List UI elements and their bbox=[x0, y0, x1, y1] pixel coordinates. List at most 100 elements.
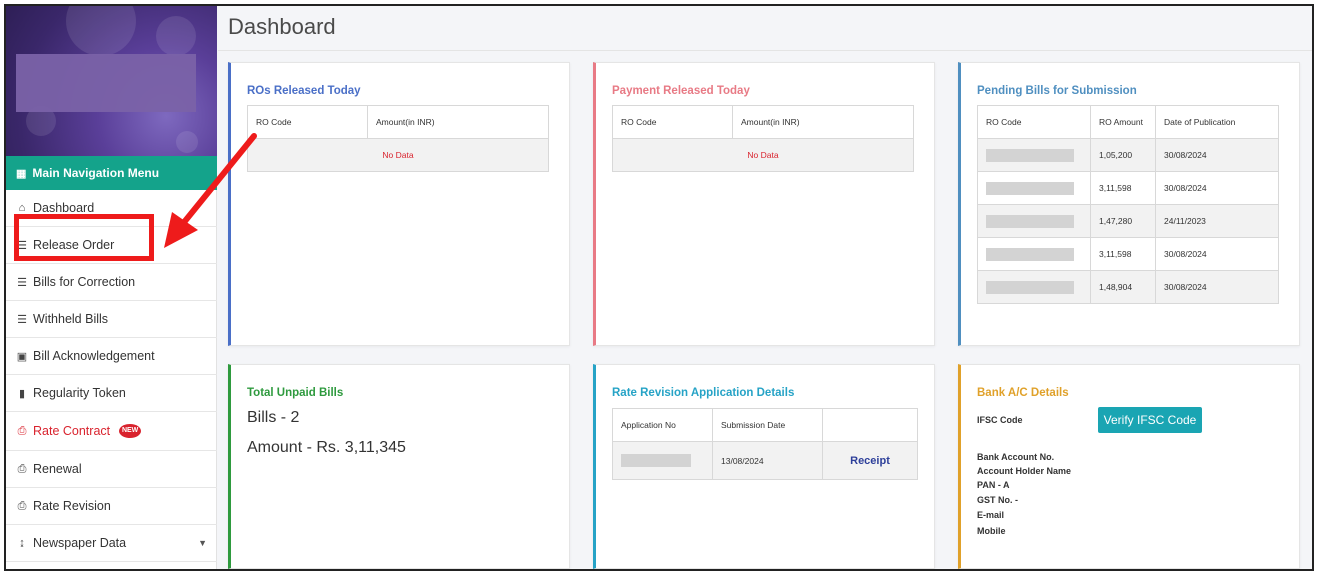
card-title: Pending Bills for Submission bbox=[977, 85, 1137, 97]
publication-date: 30/08/2024 bbox=[1155, 138, 1279, 172]
no-data-text: No Data bbox=[247, 138, 549, 172]
gst-label: GST No. - bbox=[977, 495, 1018, 505]
sort-icon: ↨ bbox=[19, 537, 25, 549]
sidebar-item-label: Regularity Token bbox=[33, 386, 126, 400]
redacted-application-no bbox=[612, 441, 713, 480]
ro-amount: 3,11,598 bbox=[1090, 171, 1156, 205]
home-icon: ⌂ bbox=[18, 202, 26, 214]
sidebar-item-label: Bill Acknowledgement bbox=[33, 349, 155, 363]
sidebar-item-label: Newspaper Data bbox=[33, 536, 127, 550]
title-divider bbox=[218, 50, 1312, 51]
email-label: E-mail bbox=[977, 510, 1005, 520]
publication-date: 30/08/2024 bbox=[1155, 171, 1279, 205]
col-submission-date: Submission Date bbox=[712, 408, 823, 442]
sidebar-item-label: Withheld Bills bbox=[33, 312, 109, 326]
no-data-text: No Data bbox=[612, 138, 914, 172]
col-ro-code: RO Code bbox=[977, 105, 1091, 139]
unpaid-bills-amount: Amount - Rs. 3,11,345 bbox=[247, 439, 406, 456]
col-ro-code: RO Code bbox=[247, 105, 368, 139]
card-title: Total Unpaid Bills bbox=[247, 387, 344, 399]
sidebar-item-rate-revision[interactable]: ⎙ Rate Revision bbox=[6, 488, 217, 525]
main-content: Dashboard ROs Released Today RO Code Amo… bbox=[218, 6, 1312, 569]
card-icon: ▣ bbox=[16, 350, 28, 363]
rate-revision-table: Application No Submission Date 13/08/202… bbox=[612, 408, 918, 480]
sidebar-item-withheld-bills[interactable]: ☰ Withheld Bills bbox=[6, 301, 217, 338]
file-icon: ▮ bbox=[18, 387, 26, 400]
col-ro-amount: RO Amount bbox=[1090, 105, 1156, 139]
ro-amount: 1,48,904 bbox=[1090, 270, 1156, 304]
receipt-cell: Receipt bbox=[822, 441, 918, 480]
ro-amount: 1,05,200 bbox=[1090, 138, 1156, 172]
table-row: 1,47,280 24/11/2023 bbox=[977, 204, 1279, 238]
sidebar-item-bill-acknowledgement[interactable]: ▣ Bill Acknowledgement bbox=[6, 338, 217, 375]
card-title: Bank A/C Details bbox=[977, 387, 1069, 399]
print-icon: ⎙ bbox=[17, 499, 27, 512]
table-row: 3,11,598 30/08/2024 bbox=[977, 237, 1279, 271]
card-title: Rate Revision Application Details bbox=[612, 387, 795, 399]
sidebar-item-label: Bills for Correction bbox=[33, 275, 136, 289]
bank-account-label: Bank Account No. bbox=[977, 452, 1055, 462]
receipt-link[interactable]: Receipt bbox=[850, 455, 890, 467]
publication-date: 30/08/2024 bbox=[1155, 270, 1279, 304]
list-icon: ☰ bbox=[17, 313, 27, 326]
mobile-label: Mobile bbox=[977, 526, 1006, 536]
table-row: 3,11,598 30/08/2024 bbox=[977, 171, 1279, 205]
sidebar-item-rate-contract[interactable]: ⎙ Rate Contract NEW bbox=[6, 412, 217, 451]
col-date-of-publication: Date of Publication bbox=[1155, 105, 1279, 139]
list-icon: ☰ bbox=[17, 276, 27, 289]
sidebar: ▦ Main Navigation Menu ⌂ Dashboard ☰ Rel… bbox=[6, 6, 217, 569]
sidebar-item-regularity-token[interactable]: ▮ Regularity Token bbox=[6, 375, 217, 412]
ros-released-card: ROs Released Today RO Code Amount(in INR… bbox=[228, 62, 570, 346]
sidebar-item-label: Release Order bbox=[33, 238, 115, 252]
table-row: 13/08/2024 Receipt bbox=[612, 441, 918, 480]
ro-amount: 3,11,598 bbox=[1090, 237, 1156, 271]
unpaid-bills-card: Total Unpaid Bills Bills - 2 Amount - Rs… bbox=[228, 364, 570, 569]
col-action bbox=[822, 408, 918, 442]
redacted-ro-code bbox=[977, 270, 1091, 304]
nav-header: ▦ Main Navigation Menu bbox=[6, 156, 217, 190]
redacted-ro-code bbox=[977, 171, 1091, 205]
table-row: 1,48,904 30/08/2024 bbox=[977, 270, 1279, 304]
pending-bills-card: Pending Bills for Submission RO Code RO … bbox=[958, 62, 1300, 346]
unpaid-bills-count: Bills - 2 bbox=[247, 409, 300, 426]
sidebar-item-bills-for-correction[interactable]: ☰ Bills for Correction bbox=[6, 264, 217, 301]
sidebar-item-label: Rate Contract bbox=[33, 424, 111, 438]
sidebar-item-renewal[interactable]: ⎙ Renewal bbox=[6, 451, 217, 488]
sidebar-item-newspaper-data[interactable]: ↨ Newspaper Data ▼ bbox=[6, 525, 217, 562]
col-amount: Amount(in INR) bbox=[367, 105, 549, 139]
ro-amount: 1,47,280 bbox=[1090, 204, 1156, 238]
print-icon: ⎙ bbox=[17, 424, 27, 437]
col-ro-code: RO Code bbox=[612, 105, 733, 139]
publication-date: 24/11/2023 bbox=[1155, 204, 1279, 238]
profile-banner bbox=[6, 6, 217, 162]
chevron-down-icon: ▼ bbox=[198, 538, 207, 548]
nav-list: ⌂ Dashboard ☰ Release Order ☰ Bills for … bbox=[6, 190, 217, 562]
new-badge: NEW bbox=[119, 424, 142, 438]
pan-label: PAN - A bbox=[977, 480, 1010, 490]
card-title: ROs Released Today bbox=[247, 85, 361, 97]
table-row: 1,05,200 30/08/2024 bbox=[977, 138, 1279, 172]
sidebar-item-dashboard[interactable]: ⌂ Dashboard bbox=[6, 190, 217, 227]
redacted-ro-code bbox=[977, 204, 1091, 238]
payment-table: RO Code Amount(in INR) No Data bbox=[612, 105, 914, 172]
sidebar-item-release-order[interactable]: ☰ Release Order bbox=[6, 227, 217, 264]
bank-details-card: Bank A/C Details IFSC Code Verify IFSC C… bbox=[958, 364, 1300, 569]
redacted-user-name bbox=[16, 54, 196, 112]
sidebar-item-label: Dashboard bbox=[33, 201, 95, 215]
account-holder-label: Account Holder Name bbox=[977, 466, 1072, 476]
menu-icon: ▦ bbox=[16, 167, 27, 180]
payment-released-card: Payment Released Today RO Code Amount(in… bbox=[593, 62, 935, 346]
col-application-no: Application No bbox=[612, 408, 713, 442]
ifsc-label: IFSC Code bbox=[977, 415, 1023, 425]
print-icon: ⎙ bbox=[17, 462, 27, 475]
publication-date: 30/08/2024 bbox=[1155, 237, 1279, 271]
page-title: Dashboard bbox=[228, 14, 336, 39]
sidebar-item-label: Rate Revision bbox=[33, 499, 111, 513]
col-amount: Amount(in INR) bbox=[732, 105, 914, 139]
submission-date: 13/08/2024 bbox=[712, 441, 823, 480]
sidebar-item-label: Renewal bbox=[33, 462, 82, 476]
ros-table: RO Code Amount(in INR) No Data bbox=[247, 105, 549, 172]
verify-ifsc-button[interactable]: Verify IFSC Code bbox=[1098, 407, 1202, 433]
pending-bills-table: RO Code RO Amount Date of Publication 1,… bbox=[977, 105, 1279, 304]
app-window: ▦ Main Navigation Menu ⌂ Dashboard ☰ Rel… bbox=[4, 4, 1314, 571]
